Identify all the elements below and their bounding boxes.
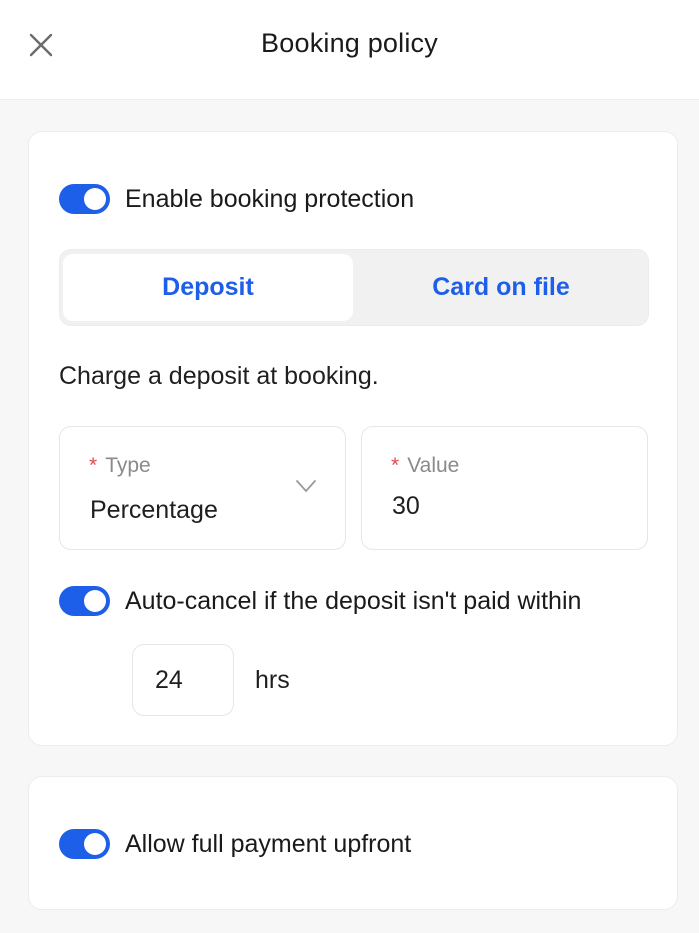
auto-cancel-row: Auto-cancel if the deposit isn't paid wi… bbox=[59, 586, 581, 616]
toggle-knob bbox=[84, 833, 106, 855]
booking-protection-toggle[interactable] bbox=[59, 184, 110, 214]
toggle-knob bbox=[84, 188, 106, 210]
toggle-knob bbox=[84, 590, 106, 612]
booking-protection-label: Enable booking protection bbox=[125, 184, 415, 213]
chevron-down-icon bbox=[296, 480, 316, 492]
hours-unit-label: hrs bbox=[255, 666, 290, 694]
required-marker: * bbox=[89, 454, 98, 477]
header: Booking policy bbox=[0, 0, 699, 100]
deposit-description: Charge a deposit at booking. bbox=[59, 362, 379, 390]
type-label-text: Type bbox=[105, 454, 151, 477]
type-field-label: * Type bbox=[89, 454, 151, 478]
deposit-value-input[interactable]: * Value 30 bbox=[361, 426, 648, 550]
full-payment-card: Allow full payment upfront bbox=[28, 776, 678, 910]
booking-protection-row: Enable booking protection bbox=[59, 184, 414, 214]
required-marker: * bbox=[391, 454, 400, 477]
value-field-value: 30 bbox=[392, 492, 420, 520]
protection-mode-tabs: Deposit Card on file bbox=[59, 249, 649, 326]
full-payment-label: Allow full payment upfront bbox=[125, 829, 412, 858]
tab-deposit[interactable]: Deposit bbox=[63, 254, 353, 321]
auto-cancel-hours-input[interactable]: 24 bbox=[132, 644, 234, 716]
type-field-value: Percentage bbox=[90, 496, 218, 524]
value-field-label: * Value bbox=[391, 454, 459, 478]
deposit-type-select[interactable]: * Type Percentage bbox=[59, 426, 346, 550]
full-payment-toggle[interactable] bbox=[59, 829, 110, 859]
booking-protection-card: Enable booking protection Deposit Card o… bbox=[28, 131, 678, 746]
auto-cancel-label: Auto-cancel if the deposit isn't paid wi… bbox=[125, 586, 582, 615]
value-label-text: Value bbox=[407, 454, 460, 477]
tab-card-on-file[interactable]: Card on file bbox=[356, 254, 646, 321]
page-title: Booking policy bbox=[261, 28, 438, 58]
full-payment-row: Allow full payment upfront bbox=[59, 829, 411, 859]
auto-cancel-toggle[interactable] bbox=[59, 586, 110, 616]
